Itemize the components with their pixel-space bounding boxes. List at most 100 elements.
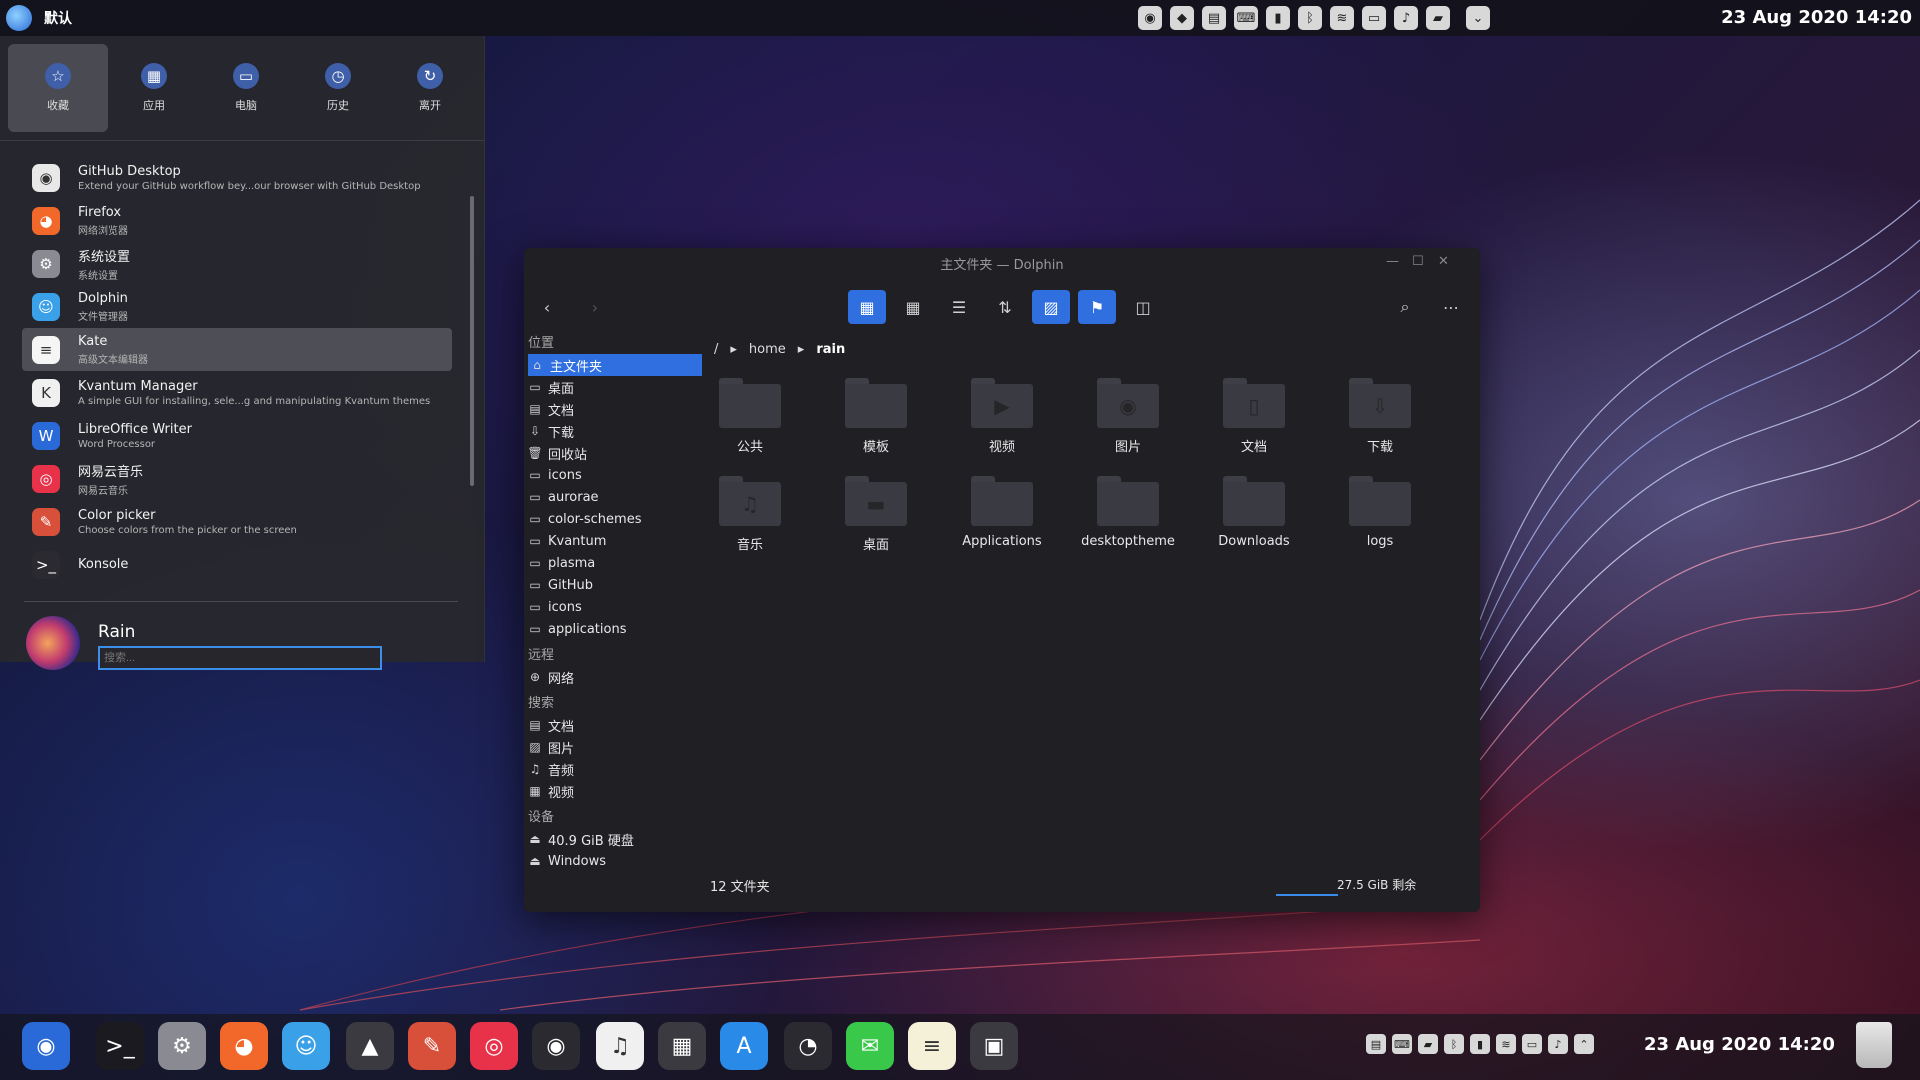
maximize-icon[interactable]: ☐ xyxy=(1412,254,1424,269)
folder-item[interactable]: 模板 xyxy=(816,378,936,455)
tab-applications[interactable]: ▦ 应用 xyxy=(108,44,200,132)
bookmark-button[interactable]: ⚑ xyxy=(1078,290,1116,324)
place-item[interactable]: ▦ 视频 xyxy=(524,780,708,802)
minimize-icon[interactable]: — xyxy=(1386,254,1399,269)
volume-icon[interactable]: ♪ xyxy=(1548,1034,1568,1054)
launcher-app-item[interactable]: ◕ Firefox 网络浏览器 xyxy=(22,199,452,242)
dock-app-system-settings[interactable]: ⚙ xyxy=(158,1022,206,1070)
place-item[interactable]: ▤ 文档 xyxy=(524,714,708,736)
dock-app-konsole[interactable]: >_ xyxy=(96,1022,144,1070)
preview-button[interactable]: ▨ xyxy=(1032,290,1070,324)
screenshot-icon[interactable]: ◉ xyxy=(1138,6,1162,30)
place-item[interactable]: ▭ icons xyxy=(524,464,708,486)
battery-icon[interactable]: ▮ xyxy=(1266,6,1290,30)
place-item[interactable]: ▭ icons xyxy=(524,596,708,618)
bluetooth-icon[interactable]: ᛒ xyxy=(1298,6,1322,30)
launcher-app-item[interactable]: W LibreOffice Writer Word Processor xyxy=(22,414,452,457)
forward-button[interactable]: › xyxy=(576,290,614,324)
bluetooth-icon[interactable]: ᛒ xyxy=(1444,1034,1464,1054)
folder-item[interactable]: ▯ 文档 xyxy=(1194,378,1314,455)
place-item[interactable]: ▭ 桌面 xyxy=(524,376,708,398)
dock-app-calculator[interactable]: ▦ xyxy=(658,1022,706,1070)
icons-view-button[interactable]: ▦ xyxy=(848,290,886,324)
launcher-app-item[interactable]: ◉ GitHub Desktop Extend your GitHub workfl… xyxy=(22,156,452,199)
folder-item[interactable]: ▶ 视频 xyxy=(942,378,1062,455)
folder-item[interactable]: 公共 xyxy=(690,378,810,455)
breadcrumb-home[interactable]: home xyxy=(749,342,786,357)
folder-item[interactable]: Applications xyxy=(942,476,1062,549)
display-icon[interactable]: ▭ xyxy=(1522,1034,1542,1054)
place-item[interactable]: ⌂ 主文件夹 xyxy=(528,354,702,376)
tab-computer[interactable]: ▭ 电脑 xyxy=(200,44,292,132)
tab-leave[interactable]: ↻ 离开 xyxy=(384,44,476,132)
breadcrumb-root[interactable]: / xyxy=(714,342,718,357)
place-item[interactable]: ♫ 音频 xyxy=(524,758,708,780)
folder-item[interactable]: logs xyxy=(1320,476,1440,549)
notification-icon[interactable]: ◆ xyxy=(1170,6,1194,30)
favorites-scrollbar[interactable] xyxy=(470,196,474,486)
dock-clock[interactable]: 23 Aug 2020 14:20 xyxy=(1644,1034,1835,1055)
place-item[interactable]: ▭ Kvantum xyxy=(524,530,708,552)
place-item[interactable]: ▭ color-schemes xyxy=(524,508,708,530)
launcher-app-item[interactable]: ≡ Kate 高级文本编辑器 xyxy=(22,328,452,371)
dock-app-app-store[interactable]: A xyxy=(720,1022,768,1070)
place-item[interactable]: ⇩ 下载 xyxy=(524,420,708,442)
place-item[interactable]: ▤ 文档 xyxy=(524,398,708,420)
place-item[interactable]: ▭ GitHub xyxy=(524,574,708,596)
display-icon[interactable]: ▭ xyxy=(1362,6,1386,30)
dock-app-kvantum[interactable]: ▲ xyxy=(346,1022,394,1070)
folder-item[interactable]: ♫ 音乐 xyxy=(690,476,810,553)
place-item[interactable]: ▭ aurorae xyxy=(524,486,708,508)
folder-item[interactable]: ◉ 图片 xyxy=(1068,378,1188,455)
dock-app-netease-music[interactable]: ◎ xyxy=(470,1022,518,1070)
dock-app-notes[interactable]: ≡ xyxy=(908,1022,956,1070)
keyboard-icon[interactable]: ⌨ xyxy=(1234,6,1258,30)
top-clock[interactable]: 23 Aug 2020 14:20 xyxy=(1721,7,1912,28)
launcher-app-item[interactable]: K Kvantum Manager A simple GUI for install… xyxy=(22,371,452,414)
volume-icon[interactable]: ♪ xyxy=(1394,6,1418,30)
tab-history[interactable]: ◷ 历史 xyxy=(292,44,384,132)
launcher-app-item[interactable]: >_ Konsole xyxy=(22,543,452,586)
wifi-icon[interactable]: ≋ xyxy=(1330,6,1354,30)
folder-item[interactable]: desktoptheme xyxy=(1068,476,1188,549)
place-item[interactable]: ▭ plasma xyxy=(524,552,708,574)
wifi-icon[interactable]: ≋ xyxy=(1496,1034,1516,1054)
keyboard-icon[interactable]: ⌨ xyxy=(1392,1034,1412,1054)
dock-app-music[interactable]: ♫ xyxy=(596,1022,644,1070)
menu-icon[interactable]: ⋯ xyxy=(1432,290,1470,324)
search-icon[interactable]: ⌕ xyxy=(1386,290,1424,324)
place-item[interactable]: 🗑 回收站 xyxy=(524,442,708,464)
place-item[interactable]: ▨ 图片 xyxy=(524,736,708,758)
expand-icon[interactable]: ⌃ xyxy=(1574,1034,1594,1054)
battery-icon[interactable]: ▰ xyxy=(1418,1034,1438,1054)
trash-icon[interactable] xyxy=(1856,1022,1892,1068)
search-input[interactable] xyxy=(98,646,382,670)
folder-item[interactable]: Downloads xyxy=(1194,476,1314,549)
place-item[interactable]: ▭ applications xyxy=(524,618,708,640)
clipboard-icon[interactable]: ▤ xyxy=(1366,1034,1386,1054)
place-item[interactable]: ⏏ 40.9 GiB 硬盘 xyxy=(524,828,708,850)
dock-app-color-picker[interactable]: ✎ xyxy=(408,1022,456,1070)
place-item[interactable]: ⏏ Windows xyxy=(524,850,708,872)
dock-app-github[interactable]: ◉ xyxy=(532,1022,580,1070)
battery-status-icon[interactable]: ▰ xyxy=(1426,6,1450,30)
folder-item[interactable]: ▬ 桌面 xyxy=(816,476,936,553)
launcher-app-item[interactable]: ☺ Dolphin 文件管理器 xyxy=(22,285,452,328)
launcher-app-item[interactable]: ✎ Color picker Choose colors from the pick… xyxy=(22,500,452,543)
sort-button[interactable]: ⇅ xyxy=(986,290,1024,324)
folder-item[interactable]: ⇩ 下载 xyxy=(1320,378,1440,455)
launcher-app-item[interactable]: ⚙ 系统设置 系统设置 xyxy=(22,242,452,285)
launcher-icon[interactable] xyxy=(6,5,32,31)
launcher-app-item[interactable]: ◎ 网易云音乐 网易云音乐 xyxy=(22,457,452,500)
split-view-button[interactable]: ◫ xyxy=(1124,290,1162,324)
dock-app-firefox[interactable]: ◕ xyxy=(220,1022,268,1070)
close-icon[interactable]: ✕ xyxy=(1438,254,1449,269)
device-icon[interactable]: ▮ xyxy=(1470,1034,1490,1054)
dock-app-system-monitor[interactable]: ◔ xyxy=(784,1022,832,1070)
expand-tray-icon[interactable]: ⌄ xyxy=(1466,6,1490,30)
dock-app-dolphin[interactable]: ☺ xyxy=(282,1022,330,1070)
details-view-button[interactable]: ☰ xyxy=(940,290,978,324)
dock-app-messages[interactable]: ✉ xyxy=(846,1022,894,1070)
dock-app-screenshot[interactable]: ▣ xyxy=(970,1022,1018,1070)
tab-favorites[interactable]: ☆ 收藏 xyxy=(8,44,108,132)
